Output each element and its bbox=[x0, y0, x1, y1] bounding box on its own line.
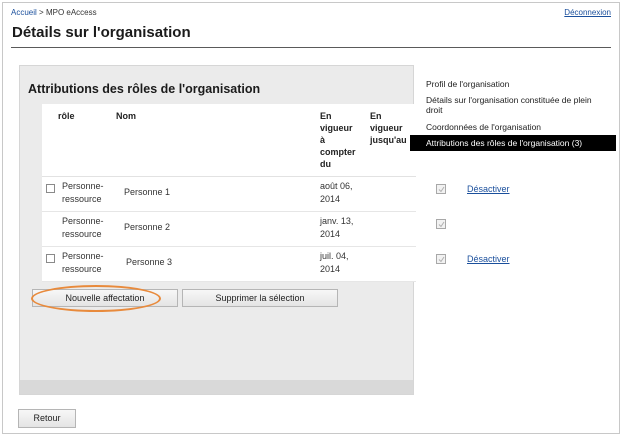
row-name: Personne 1 bbox=[124, 187, 171, 197]
breadcrumb: Accueil > MPO eAccess bbox=[11, 8, 97, 17]
column-header-role: rôle bbox=[58, 111, 75, 121]
disabled-checkbox-icon bbox=[436, 219, 446, 229]
table-row: Personne- ressource Personne 1 août 06, … bbox=[42, 177, 510, 212]
breadcrumb-current: MPO eAccess bbox=[45, 8, 97, 17]
row-effective-from: juil. 04, 2014 bbox=[320, 251, 349, 274]
table-row: Personne- ressource Personne 2 janv. 13,… bbox=[42, 212, 446, 247]
panel-title: Attributions des rôles de l'organisation bbox=[28, 82, 261, 96]
row-role: Personne- ressource bbox=[62, 251, 104, 274]
deactivate-link[interactable]: Désactiver bbox=[467, 254, 510, 264]
column-header-effective-from: En vigueur à compter du bbox=[320, 111, 356, 169]
panel-footer-bar bbox=[20, 380, 413, 394]
row-effective-from: août 06, 2014 bbox=[320, 181, 353, 204]
breadcrumb-home-link[interactable]: Accueil bbox=[11, 8, 37, 17]
assignments-table: rôle Nom En vigueur à compter du En vigu… bbox=[42, 104, 510, 282]
highlight-annotation bbox=[31, 285, 161, 312]
row-role: Personne- ressource bbox=[62, 181, 104, 204]
top-bar: Accueil > MPO eAccess Déconnexion bbox=[11, 8, 611, 20]
table-row: Personne- ressource Personne 3 juil. 04,… bbox=[42, 247, 510, 282]
delete-selection-button[interactable]: Supprimer la sélection bbox=[182, 289, 338, 307]
back-button[interactable]: Retour bbox=[18, 409, 76, 428]
page-title: Détails sur l'organisation bbox=[12, 24, 191, 41]
nav-item-role-assignments[interactable]: Attributions des rôles de l'organisation… bbox=[410, 135, 616, 151]
app-frame: Accueil > MPO eAccess Déconnexion Détail… bbox=[2, 2, 620, 434]
logout-link[interactable]: Déconnexion bbox=[564, 8, 611, 17]
row-role: Personne- ressource bbox=[62, 216, 104, 239]
title-divider bbox=[11, 47, 611, 48]
disabled-checkbox-icon bbox=[436, 184, 446, 194]
row-effective-from: janv. 13, 2014 bbox=[320, 216, 354, 239]
row-name: Personne 3 bbox=[126, 257, 173, 267]
column-header-effective-until: En vigueur jusqu'au bbox=[370, 111, 407, 145]
row-select-checkbox[interactable] bbox=[46, 254, 55, 263]
role-assignments-panel: Attributions des rôles de l'organisation… bbox=[19, 65, 510, 395]
row-select-checkbox[interactable] bbox=[46, 184, 55, 193]
table-header: rôle Nom En vigueur à compter du En vigu… bbox=[42, 104, 416, 177]
nav-item-organization-details[interactable]: Détails sur l'organisation constituée de… bbox=[410, 95, 610, 115]
deactivate-link[interactable]: Désactiver bbox=[467, 184, 510, 194]
nav-item-organization-contacts[interactable]: Coordonnées de l'organisation bbox=[410, 122, 616, 132]
breadcrumb-separator: > bbox=[39, 8, 44, 17]
nav-item-organization-profile[interactable]: Profil de l'organisation bbox=[410, 79, 616, 89]
disabled-checkbox-icon bbox=[436, 254, 446, 264]
column-header-name: Nom bbox=[116, 111, 136, 121]
row-name: Personne 2 bbox=[124, 222, 171, 232]
